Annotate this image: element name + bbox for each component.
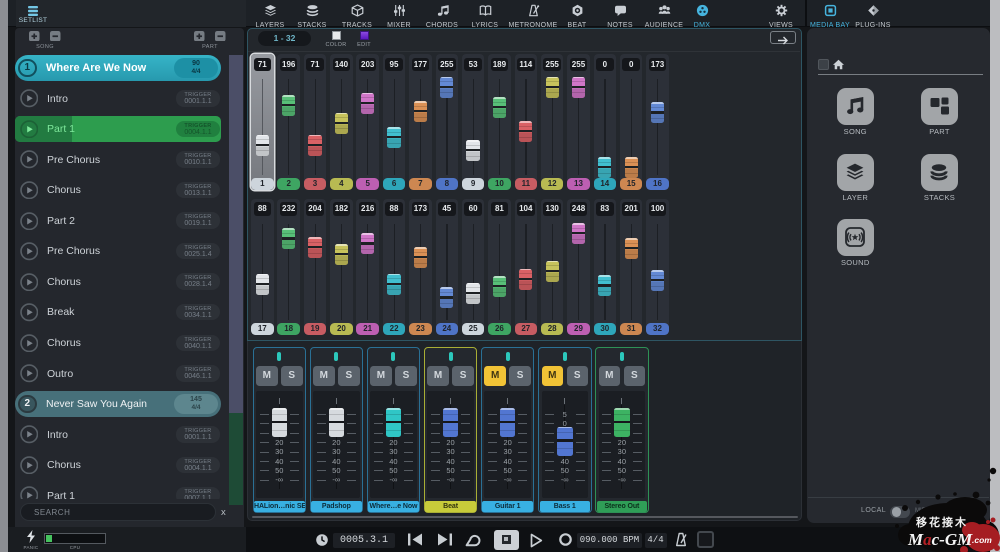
svg-text:Mac-GM: Mac-GM [907, 530, 973, 549]
svg-text:移花接木: 移花接木 [916, 515, 968, 529]
svg-text:.com: .com [972, 535, 992, 545]
